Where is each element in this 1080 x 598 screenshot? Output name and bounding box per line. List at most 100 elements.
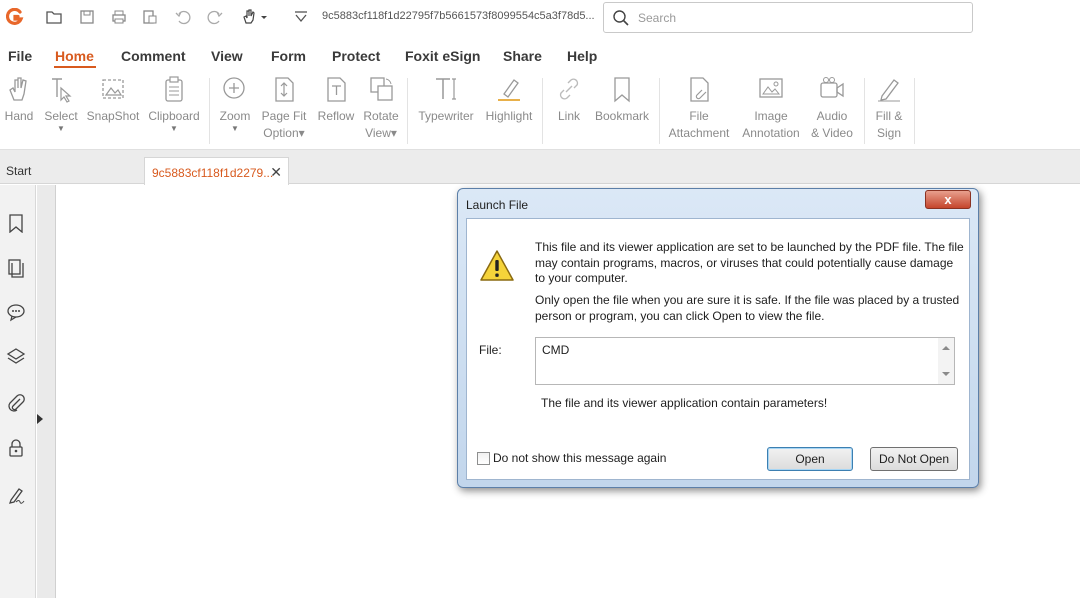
launch-file-dialog: Launch File x This file and its viewer a…	[457, 188, 979, 488]
ribbon-toolbar: Hand Select ▼ SnapShot Clipboard ▼ Zoom …	[0, 74, 1080, 149]
reflow-icon	[321, 74, 351, 104]
document-title: 9c5883cf118f1d22795f7b5661573f8099554c5a…	[322, 10, 595, 22]
bookmark-icon	[607, 74, 637, 104]
highlight-button[interactable]: Highlight	[483, 74, 535, 125]
image-annotation-button[interactable]: Image Annotation	[740, 74, 802, 142]
dialog-close-button[interactable]: x	[925, 190, 971, 209]
navigation-panel-gutter	[37, 185, 56, 598]
rotate-view-button[interactable]: Rotate View▾	[362, 74, 400, 142]
file-box-scrollbar[interactable]	[938, 338, 954, 384]
attachments-panel-icon[interactable]	[6, 393, 26, 413]
comments-panel-icon[interactable]	[6, 302, 26, 322]
security-panel-icon[interactable]	[6, 438, 26, 458]
image-annotation-icon	[756, 74, 786, 104]
ribbon-separator	[407, 78, 408, 144]
typewriter-icon	[431, 74, 461, 104]
do-not-show-checkbox[interactable]	[477, 452, 490, 465]
menu-bar: File Home Comment View Form Protect Foxi…	[0, 44, 1080, 70]
clipboard-doc-icon[interactable]	[141, 8, 159, 26]
file-value: CMD	[542, 343, 570, 357]
foxit-logo-icon	[6, 8, 24, 25]
bookmark-button[interactable]: Bookmark	[594, 74, 650, 125]
menu-active-underline	[54, 66, 96, 68]
warning-message: This file and its viewer application are…	[535, 240, 964, 285]
audio-video-button[interactable]: Audio & Video	[808, 74, 856, 142]
parameters-warning: The file and its viewer application cont…	[541, 396, 828, 410]
ribbon-separator	[914, 78, 915, 144]
scroll-down-icon[interactable]	[942, 372, 950, 376]
warning-icon	[480, 250, 514, 281]
do-not-open-button[interactable]: Do Not Open	[870, 447, 958, 471]
document-tab-strip: Start 9c5883cf118f1d2279... ✕	[0, 149, 1080, 185]
search-box[interactable]	[603, 2, 973, 33]
print-icon[interactable]	[110, 8, 128, 26]
rotate-view-icon	[366, 74, 396, 104]
file-label: File:	[479, 343, 502, 357]
expand-panel-icon[interactable]	[37, 414, 43, 424]
menu-home[interactable]: Home	[55, 48, 94, 64]
ribbon-separator	[659, 78, 660, 144]
layers-panel-icon[interactable]	[6, 347, 26, 367]
ribbon-separator	[209, 78, 210, 144]
menu-view[interactable]: View	[211, 48, 243, 64]
close-tab-icon[interactable]: ✕	[270, 164, 282, 181]
open-button[interactable]: Open	[767, 447, 853, 471]
ribbon-separator	[542, 78, 543, 144]
menu-share[interactable]: Share	[503, 48, 542, 64]
scroll-up-icon[interactable]	[942, 346, 950, 350]
left-navigation-bar	[0, 185, 36, 598]
menu-comment[interactable]: Comment	[121, 48, 186, 64]
clipboard-dropdown-icon[interactable]: ▼	[147, 125, 201, 133]
hand-dropdown-icon[interactable]	[259, 8, 269, 26]
highlight-icon	[494, 74, 524, 104]
zoom-dropdown-icon[interactable]: ▼	[217, 125, 253, 133]
customize-dropdown-icon[interactable]	[292, 8, 310, 26]
search-icon	[613, 10, 629, 26]
hand-tool-icon[interactable]	[240, 8, 258, 26]
open-folder-icon[interactable]	[45, 8, 63, 26]
safety-message: Only open the file when you are sure it …	[535, 293, 960, 323]
file-attachment-icon	[684, 74, 714, 104]
clipboard-button[interactable]: Clipboard ▼	[147, 74, 201, 133]
dialog-title: Launch File	[466, 198, 529, 212]
audio-video-icon	[817, 74, 847, 104]
zoom-button[interactable]: Zoom ▼	[217, 74, 253, 133]
menu-help[interactable]: Help	[567, 48, 597, 64]
bookmark-panel-icon[interactable]	[6, 213, 26, 234]
link-button[interactable]: Link	[553, 74, 585, 125]
snapshot-icon	[98, 74, 128, 104]
pages-panel-icon[interactable]	[6, 258, 26, 278]
zoom-icon	[220, 74, 250, 104]
tab-start[interactable]: Start	[0, 150, 142, 184]
link-icon	[554, 74, 584, 104]
dialog-body: This file and its viewer application are…	[466, 218, 970, 480]
page-fit-option-button[interactable]: Page Fit Option▾	[261, 74, 307, 142]
ribbon-separator	[864, 78, 865, 144]
file-text-box[interactable]: CMD	[535, 337, 955, 385]
fill-sign-icon	[874, 74, 904, 104]
signature-panel-icon[interactable]	[6, 485, 26, 505]
page-fit-icon	[269, 74, 299, 104]
fill-sign-button[interactable]: Fill & Sign	[870, 74, 908, 142]
search-input[interactable]	[638, 8, 958, 28]
do-not-show-label[interactable]: Do not show this message again	[493, 451, 666, 465]
select-tool-button[interactable]: Select ▼	[44, 74, 78, 133]
file-attachment-button[interactable]: File Attachment	[667, 74, 731, 142]
title-bar: 9c5883cf118f1d22795f7b5661573f8099554c5a…	[0, 0, 1080, 36]
tab-document-label: 9c5883cf118f1d2279...	[152, 166, 274, 180]
reflow-button[interactable]: Reflow	[316, 74, 356, 125]
hand-icon	[4, 74, 34, 104]
menu-protect[interactable]: Protect	[332, 48, 380, 64]
select-text-icon	[46, 74, 76, 104]
save-icon[interactable]	[78, 8, 96, 26]
select-dropdown-icon[interactable]: ▼	[44, 125, 78, 133]
redo-icon[interactable]	[206, 8, 224, 26]
snapshot-button[interactable]: SnapShot	[86, 74, 140, 125]
typewriter-button[interactable]: Typewriter	[416, 74, 476, 125]
menu-file[interactable]: File	[8, 48, 32, 64]
hand-tool-button[interactable]: Hand	[3, 74, 35, 125]
menu-form[interactable]: Form	[271, 48, 306, 64]
menu-foxit-esign[interactable]: Foxit eSign	[405, 48, 480, 64]
undo-icon[interactable]	[174, 8, 192, 26]
tab-document[interactable]: 9c5883cf118f1d2279... ✕	[144, 157, 289, 185]
